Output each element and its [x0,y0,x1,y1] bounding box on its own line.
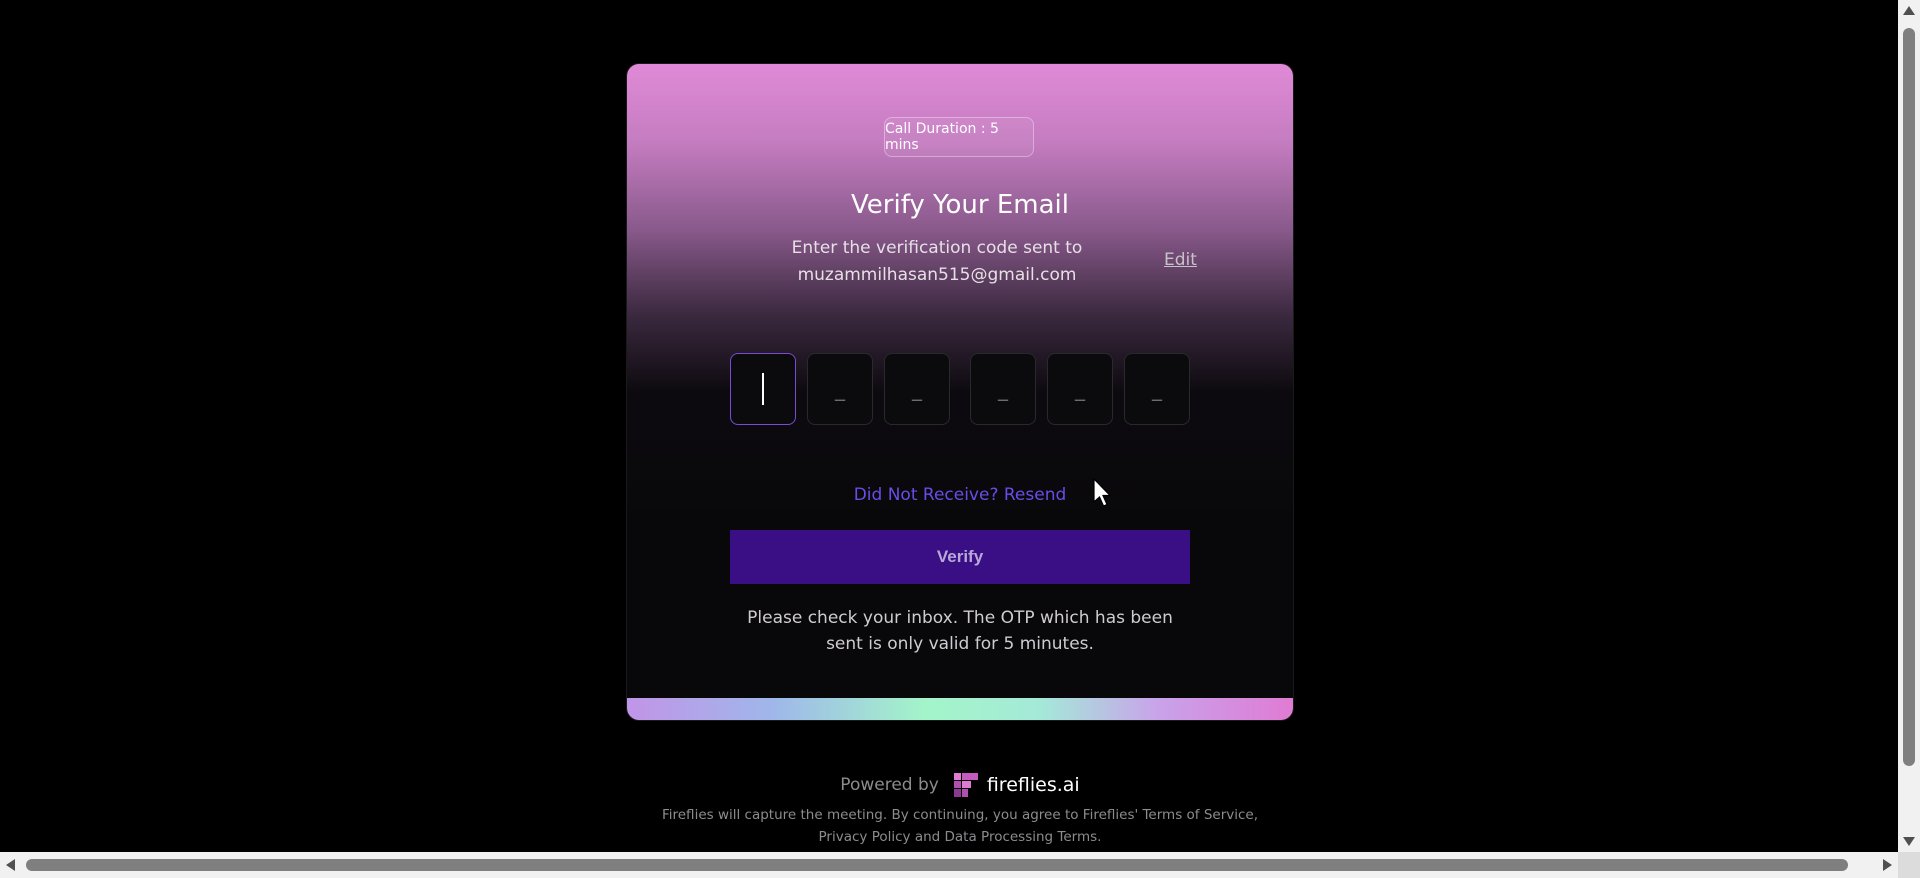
brand-name: fireflies.ai [986,774,1080,796]
scroll-down-icon[interactable] [1903,837,1915,846]
page-viewport: Call Duration : 5 mins Verify Your Email… [0,0,1898,852]
otp-digit-2[interactable]: _ [807,353,873,425]
verify-button[interactable]: Verify [730,530,1190,584]
mouse-pointer-icon [1093,478,1112,507]
legal-disclaimer: Fireflies will capture the meeting. By c… [661,807,1259,845]
resend-code-link[interactable]: Did Not Receive? Resend [627,485,1293,505]
brand[interactable]: fireflies.ai [953,772,1080,798]
verification-instructions: Enter the verification code sent to muza… [787,235,1087,289]
otp-digit-6[interactable]: _ [1124,353,1190,425]
powered-by-label: Powered by [840,775,939,795]
verification-card: Call Duration : 5 mins Verify Your Email… [627,64,1293,720]
otp-digit-4[interactable]: _ [970,353,1036,425]
otp-digit-1[interactable] [730,353,796,425]
scroll-left-icon[interactable] [6,859,15,871]
scroll-up-icon[interactable] [1903,6,1915,15]
otp-digit-3[interactable]: _ [884,353,950,425]
powered-by-row: Powered by fireflies.ai [0,772,1898,798]
otp-digit-5[interactable]: _ [1047,353,1113,425]
email-address: muzammilhasan515@gmail.com [797,265,1077,285]
horizontal-scrollbar[interactable] [0,852,1898,878]
instructions-text: Enter the verification code sent to [791,238,1083,258]
text-caret [762,373,764,405]
otp-expiry-note: Please check your inbox. The OTP which h… [747,608,1173,654]
edit-email-link[interactable]: Edit [1164,250,1197,270]
scroll-right-icon[interactable] [1883,859,1892,871]
page-title: Verify Your Email [851,190,1069,220]
vertical-scroll-thumb[interactable] [1903,28,1915,766]
call-duration-badge: Call Duration : 5 mins [884,117,1034,157]
horizontal-scroll-thumb[interactable] [26,859,1848,871]
fireflies-logo-icon [953,773,978,797]
scrollbar-corner [1898,852,1920,878]
card-gradient-bar [627,698,1293,720]
vertical-scrollbar[interactable] [1898,0,1920,852]
